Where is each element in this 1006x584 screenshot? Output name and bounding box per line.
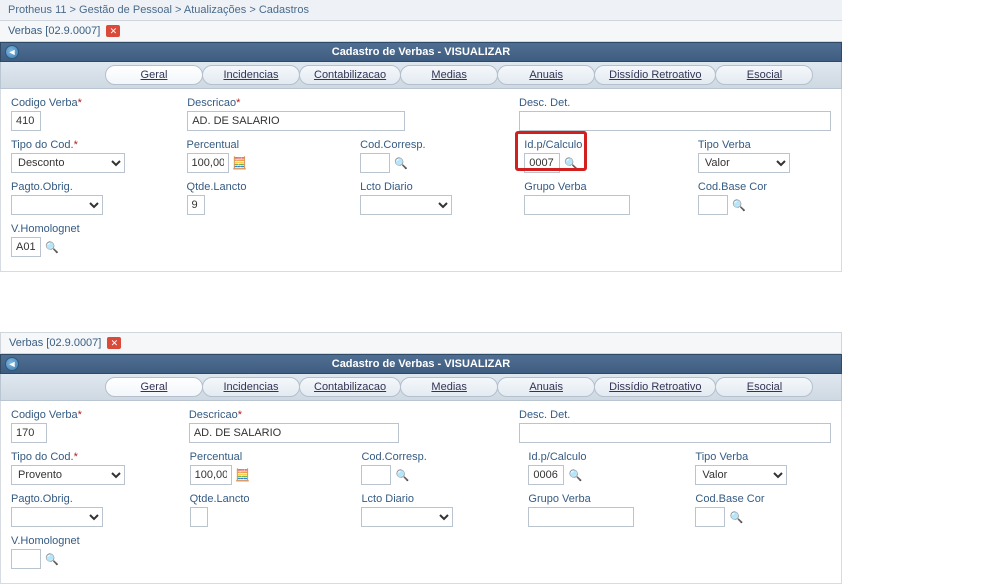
label-codigo-verba: Codigo Verba* <box>11 97 175 109</box>
tab-anuais[interactable]: Anuais <box>497 65 595 85</box>
label-desc-det: Desc. Det. <box>519 97 831 109</box>
idp-calculo-input[interactable] <box>528 465 564 485</box>
label-descricao: Descricao* <box>187 97 507 109</box>
cod-corresp-input[interactable] <box>360 153 390 173</box>
cod-corresp-input[interactable] <box>361 465 391 485</box>
tab-incidencias[interactable]: Incidencias <box>202 377 300 397</box>
label-percentual: Percentual <box>190 451 350 463</box>
breadcrumb-text: Protheus 11 > Gestão de Pessoal > Atuali… <box>8 4 309 16</box>
label-percentual: Percentual <box>187 139 349 151</box>
lookup-icon[interactable]: 🔍 <box>568 468 582 482</box>
form-area-bottom: Codigo Verba* Descricao* Desc. Det. Tipo… <box>0 401 842 584</box>
pagto-obrig-select[interactable] <box>11 195 103 215</box>
label-codigo-verba: Codigo Verba* <box>11 409 177 421</box>
close-icon[interactable]: ✕ <box>106 25 120 37</box>
lcto-diario-select[interactable] <box>361 507 453 527</box>
tab-esocial[interactable]: Esocial <box>715 377 813 397</box>
tab-contabilizacao[interactable]: Contabilizacao <box>299 65 401 85</box>
label-pagto-obrig: Pagto.Obrig. <box>11 181 175 193</box>
label-cod-corresp: Cod.Corresp. <box>360 139 512 151</box>
descricao-input[interactable] <box>189 423 399 443</box>
descricao-input[interactable] <box>187 111 405 131</box>
tab-anuais[interactable]: Anuais <box>497 377 595 397</box>
window-title-bar: ◄ Cadastro de Verbas - VISUALIZAR <box>0 354 842 374</box>
tab-label[interactable]: Verbas [02.9.0007] <box>8 25 100 37</box>
lookup-icon[interactable]: 🔍 <box>732 198 746 212</box>
label-qtde-lancto: Qtde.Lancto <box>187 181 349 193</box>
label-desc-det: Desc. Det. <box>519 409 831 421</box>
tab-geral[interactable]: Geral <box>105 65 203 85</box>
label-idp-calculo: Id.p/Calculo <box>528 451 683 463</box>
tab-dissidio[interactable]: Dissídio Retroativo <box>594 377 716 397</box>
lcto-diario-select[interactable] <box>360 195 452 215</box>
label-vhomolognet: V.Homolognet <box>11 223 80 235</box>
label-descricao: Descricao* <box>189 409 507 421</box>
subtabs: Geral Incidencias Contabilizacao Medias … <box>0 62 842 89</box>
tab-medias[interactable]: Medias <box>400 65 498 85</box>
grupo-verba-input[interactable] <box>528 507 634 527</box>
label-pagto-obrig: Pagto.Obrig. <box>11 493 178 505</box>
lookup-icon[interactable]: 🔍 <box>729 510 743 524</box>
label-tipo-cod: Tipo do Cod.* <box>11 451 178 463</box>
back-icon[interactable]: ◄ <box>5 357 19 371</box>
tab-incidencias[interactable]: Incidencias <box>202 65 300 85</box>
label-tipo-verba: Tipo Verba <box>695 451 831 463</box>
window-title: Cadastro de Verbas - VISUALIZAR <box>332 46 511 58</box>
back-icon[interactable]: ◄ <box>5 45 19 59</box>
tab-esocial[interactable]: Esocial <box>715 65 813 85</box>
label-cod-base-cor: Cod.Base Cor <box>695 493 831 505</box>
cod-base-cor-input[interactable] <box>698 195 728 215</box>
tab-bar: Verbas [02.9.0007] ✕ <box>0 21 842 42</box>
breadcrumb: Protheus 11 > Gestão de Pessoal > Atuali… <box>0 0 842 21</box>
form-area-top: Codigo Verba* Descricao* Desc. Det. Tipo… <box>0 89 842 272</box>
qtde-lancto-input[interactable] <box>187 195 205 215</box>
label-lcto-diario: Lcto Diario <box>360 181 512 193</box>
grupo-verba-input[interactable] <box>524 195 630 215</box>
percentual-input[interactable] <box>190 465 232 485</box>
lookup-icon[interactable]: 🔍 <box>395 468 409 482</box>
window-title: Cadastro de Verbas - VISUALIZAR <box>332 358 511 370</box>
lookup-icon[interactable]: 🔍 <box>45 552 59 566</box>
label-idp-calculo: Id.p/Calculo <box>524 139 686 151</box>
subtabs: Geral Incidencias Contabilizacao Medias … <box>0 374 842 401</box>
label-lcto-diario: Lcto Diario <box>361 493 516 505</box>
percentual-input[interactable] <box>187 153 229 173</box>
calculator-icon[interactable]: 🧮 <box>236 468 250 482</box>
label-vhomolognet: V.Homolognet <box>11 535 80 547</box>
tipo-verba-select[interactable]: Valor <box>698 153 790 173</box>
codigo-verba-input[interactable] <box>11 423 47 443</box>
window-title-bar: ◄ Cadastro de Verbas - VISUALIZAR <box>0 42 842 62</box>
label-grupo-verba: Grupo Verba <box>528 493 683 505</box>
calculator-icon[interactable]: 🧮 <box>233 156 247 170</box>
label-tipo-cod: Tipo do Cod.* <box>11 139 175 151</box>
tipo-verba-select[interactable]: Valor <box>695 465 787 485</box>
tab-contabilizacao[interactable]: Contabilizacao <box>299 377 401 397</box>
lookup-icon[interactable]: 🔍 <box>45 240 59 254</box>
label-qtde-lancto: Qtde.Lancto <box>190 493 350 505</box>
tab-dissidio[interactable]: Dissídio Retroativo <box>594 65 716 85</box>
cod-base-cor-input[interactable] <box>695 507 725 527</box>
qtde-lancto-input[interactable] <box>190 507 208 527</box>
vhomolognet-input[interactable] <box>11 237 41 257</box>
vhomolognet-input[interactable] <box>11 549 41 569</box>
close-icon[interactable]: ✕ <box>107 337 121 349</box>
tab-medias[interactable]: Medias <box>400 377 498 397</box>
tab-label[interactable]: Verbas [02.9.0007] <box>9 337 101 349</box>
label-tipo-verba: Tipo Verba <box>698 139 831 151</box>
label-cod-base-cor: Cod.Base Cor <box>698 181 831 193</box>
lookup-icon[interactable]: 🔍 <box>564 156 578 170</box>
desc-det-input[interactable] <box>519 111 831 131</box>
codigo-verba-input[interactable] <box>11 111 41 131</box>
desc-det-input[interactable] <box>519 423 831 443</box>
lookup-icon[interactable]: 🔍 <box>394 156 408 170</box>
label-cod-corresp: Cod.Corresp. <box>361 451 516 463</box>
idp-calculo-input[interactable] <box>524 153 560 173</box>
tipo-cod-select[interactable]: Desconto <box>11 153 125 173</box>
tipo-cod-select[interactable]: Provento <box>11 465 125 485</box>
label-grupo-verba: Grupo Verba <box>524 181 686 193</box>
tab-bar: Verbas [02.9.0007] ✕ <box>0 332 842 354</box>
pagto-obrig-select[interactable] <box>11 507 103 527</box>
tab-geral[interactable]: Geral <box>105 377 203 397</box>
